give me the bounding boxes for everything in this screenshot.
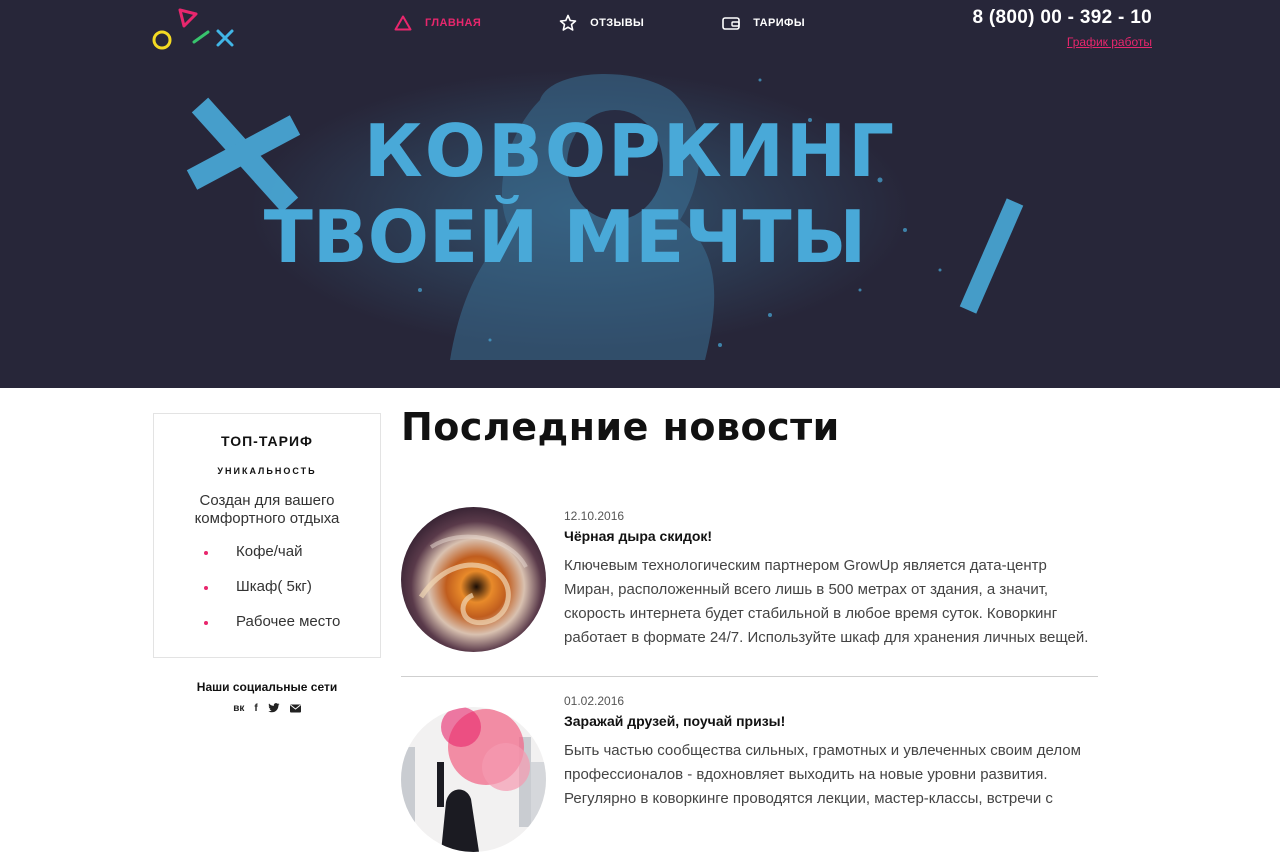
nav-label-tariffs: ТАРИФЫ — [753, 17, 806, 29]
wallet-icon — [722, 16, 741, 30]
hero-section: ГЛАВНАЯ ОТЗЫВЫ ТАРИФЫ 8 (800) 00 - 392 -… — [0, 0, 1280, 388]
mail-icon[interactable] — [289, 702, 301, 714]
tariff-feature: Шкаф( 5кг) — [204, 577, 380, 612]
nav-item-tariffs[interactable]: ТАРИФЫ — [722, 16, 805, 31]
news-item: 01.02.2016 Заражай друзей, поучай призы!… — [401, 692, 1098, 852]
hero-illustration — [186, 70, 1024, 361]
facebook-icon[interactable]: f — [254, 702, 257, 714]
news-title[interactable]: Чёрная дыра скидок! — [564, 528, 1098, 544]
tariff-subtitle: УНИКАЛЬНОСТЬ — [217, 466, 317, 476]
news-thumbnail[interactable] — [401, 507, 546, 652]
nav-item-reviews[interactable]: ОТЗЫВЫ — [559, 14, 644, 32]
news-date: 01.02.2016 — [564, 694, 625, 708]
vk-icon[interactable]: вк — [233, 702, 244, 714]
news-body: 01.02.2016 Заражай друзей, поучай призы!… — [564, 692, 1098, 811]
tariff-feature: Кофе/чай — [204, 542, 380, 577]
social-links: вк f — [153, 702, 381, 714]
news-text: Быть частью сообщества сильных, грамотны… — [564, 742, 1081, 807]
triangle-icon — [394, 15, 412, 31]
nav-label-reviews: ОТЗЫВЫ — [590, 17, 645, 29]
schedule-link[interactable]: График работы — [1067, 35, 1152, 49]
tariff-feature: Рабочее место — [204, 612, 380, 647]
black-hole-image — [401, 507, 546, 652]
news-heading: Последние новости — [401, 405, 840, 449]
twitter-icon[interactable] — [268, 702, 280, 714]
main-nav: ГЛАВНАЯ ОТЗЫВЫ ТАРИФЫ — [394, 14, 883, 32]
tariff-description: Создан для вашего комфортного отдыха — [194, 492, 340, 527]
news-date: 12.10.2016 — [564, 509, 625, 523]
tariff-card[interactable]: ТОП-ТАРИФ УНИКАЛЬНОСТЬ Создан для вашего… — [153, 413, 381, 658]
news-item: 12.10.2016 Чёрная дыра скидок! Ключевым … — [401, 507, 1098, 677]
logo[interactable] — [150, 6, 240, 54]
news-title[interactable]: Заражай друзей, поучай призы! — [564, 713, 1098, 729]
tariff-features: Кофе/чай Шкаф( 5кг) Рабочее место — [154, 542, 380, 647]
slash-shape — [959, 198, 1024, 314]
news-thumbnail[interactable] — [401, 707, 546, 852]
nav-label-home: ГЛАВНАЯ — [425, 17, 482, 29]
news-text: Ключевым технологическим партнером GrowU… — [564, 557, 1089, 646]
news-body: 12.10.2016 Чёрная дыра скидок! Ключевым … — [564, 507, 1098, 650]
smoke-flare-image — [401, 707, 546, 852]
phone-number[interactable]: 8 (800) 00 - 392 - 10 — [972, 7, 1152, 29]
nav-item-home[interactable]: ГЛАВНАЯ — [394, 15, 481, 31]
tariff-title: ТОП-ТАРИФ — [221, 433, 313, 449]
social-title: Наши социальные сети — [196, 680, 338, 694]
star-icon — [559, 14, 577, 31]
